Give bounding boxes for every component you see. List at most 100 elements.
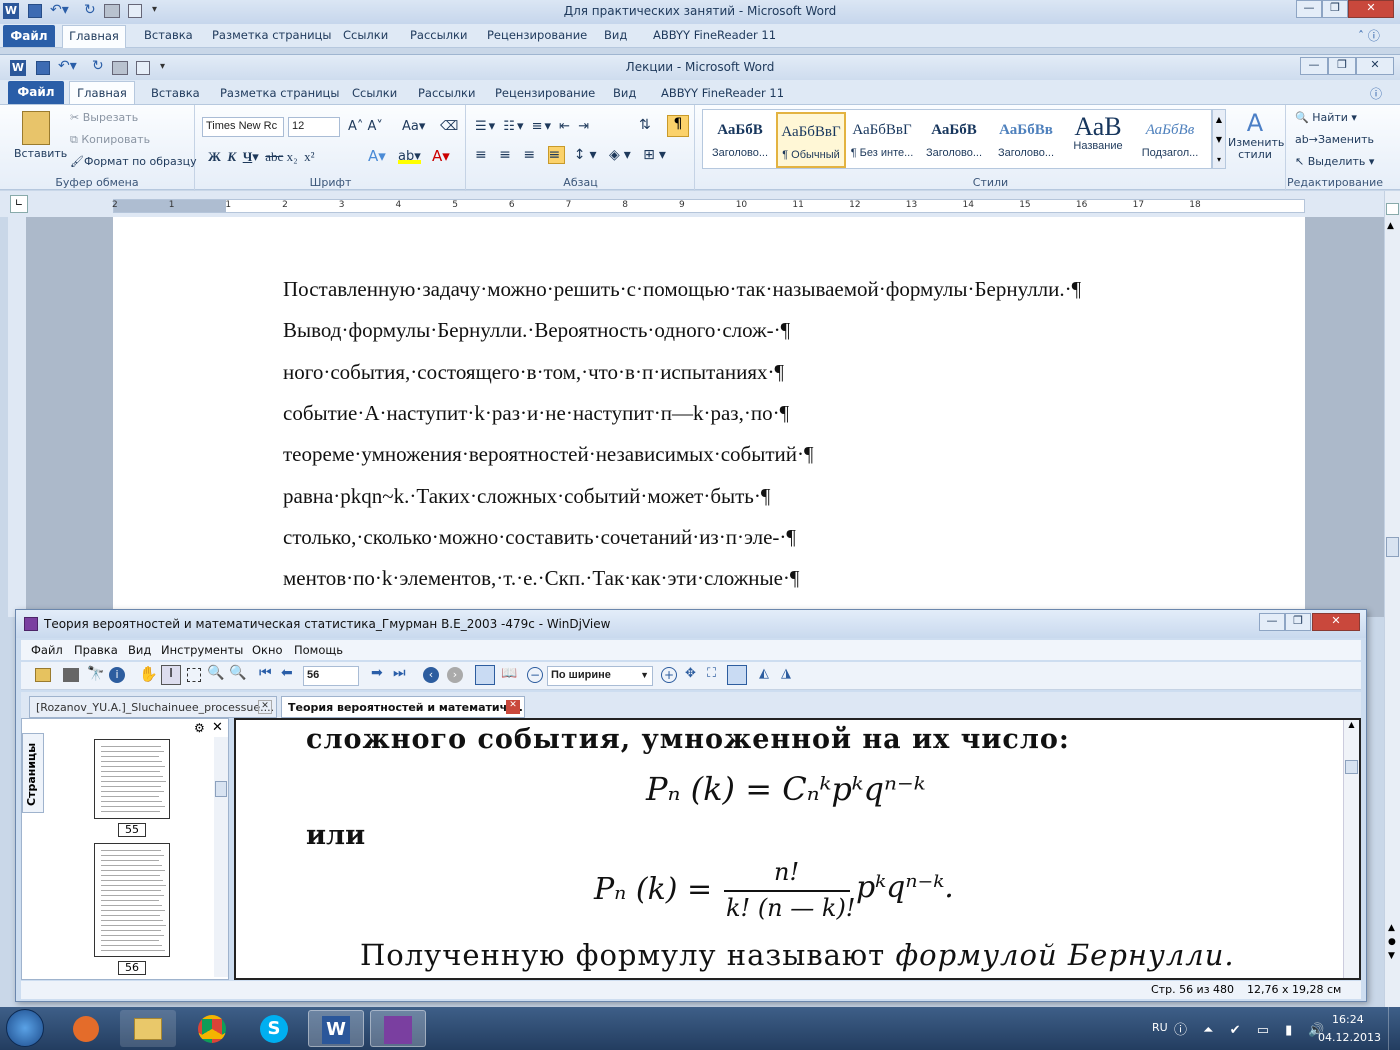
djview-close-button[interactable]: ✕ [1312, 613, 1360, 631]
outer-tab-view[interactable]: Вид [604, 28, 627, 42]
find-button[interactable]: 🔍 Найти ▾ [1295, 111, 1357, 124]
outer-tab-home[interactable]: Главная [62, 25, 126, 48]
scroll-thumb[interactable] [1386, 537, 1399, 557]
thumbnail-page-56[interactable] [94, 843, 170, 957]
select-tool-icon[interactable]: I [161, 665, 181, 685]
info-icon[interactable]: i [109, 667, 125, 683]
show-marks-button[interactable]: ¶ [667, 115, 689, 137]
inner-tab-layout[interactable]: Разметка страницы [220, 86, 339, 100]
word-vertical-scrollbar[interactable]: ▲ ▲ ● ▼ [1384, 191, 1400, 1007]
gallery-scroll[interactable]: ▲ ▼ ▾ [1212, 109, 1226, 169]
style-item[interactable]: АаБбВвГ ¶ Обычный [776, 112, 846, 168]
taskbar-skype[interactable]: S [246, 1010, 302, 1047]
actual-size-icon[interactable] [727, 665, 747, 685]
inner-tab-file[interactable]: Файл [8, 81, 64, 104]
outer-tab-abbyy[interactable]: ABBYY FineReader 11 [653, 28, 776, 42]
list-buttons[interactable]: ☰▾ ☷▾ ≡▾ ⇤ ⇥ [475, 119, 591, 134]
document-line[interactable]: Вывод·формулы·Бернулли.·Вероятность·одно… [283, 318, 790, 343]
document-line[interactable]: теореме·умножения·вероятностей·независим… [283, 442, 814, 467]
djview-min-button[interactable]: — [1259, 613, 1285, 631]
document-line[interactable]: столько,·сколько·можно·составить·сочетан… [283, 525, 796, 550]
taskbar-explorer[interactable] [120, 1010, 176, 1047]
back-icon[interactable]: ‹ [423, 667, 439, 683]
view-scrollbar[interactable]: ▲ [1343, 720, 1359, 978]
outer-close-button[interactable]: ✕ [1348, 0, 1394, 18]
show-desktop-button[interactable] [1388, 1007, 1400, 1050]
zoom-in-tool-icon[interactable]: 🔍 [207, 665, 224, 681]
clock-time[interactable]: 16:24 [1332, 1013, 1364, 1026]
menu-view[interactable]: Вид [128, 643, 151, 657]
format-buttons[interactable]: Ж К Ч▾ abc x₂ x² [208, 149, 315, 165]
style-item[interactable]: АаБбВ Заголово... [705, 112, 775, 168]
font-name-select[interactable]: Times New Rc [202, 117, 284, 137]
select-button[interactable]: ↖ Выделить ▾ [1295, 155, 1374, 168]
inner-max-button[interactable]: ❐ [1328, 57, 1356, 75]
prev-page-icon[interactable]: ⬅ [281, 665, 293, 681]
change-styles-button[interactable]: A Изменить стили [1228, 109, 1284, 173]
tab-selector[interactable]: ∟ [10, 195, 28, 213]
sidebar-scrollbar[interactable] [214, 737, 228, 977]
inner-help-icon[interactable]: ⓘ [1370, 85, 1382, 102]
zoom-out-icon[interactable]: − [527, 667, 543, 683]
inner-close-button[interactable]: ✕ [1356, 57, 1394, 75]
taskbar-word[interactable]: W [308, 1010, 364, 1047]
paste-icon[interactable] [22, 111, 50, 145]
rotate-right-icon[interactable]: ◮ [781, 666, 791, 681]
forward-icon[interactable]: › [447, 667, 463, 683]
thumbnail-page-55[interactable] [94, 739, 170, 819]
next-page-icon[interactable]: ➡ [371, 665, 383, 681]
rect-select-icon[interactable] [187, 668, 201, 682]
view-scroll-thumb[interactable] [1345, 760, 1358, 774]
djview-app-icon[interactable] [24, 617, 38, 631]
last-page-icon[interactable]: ⏭ [393, 665, 406, 681]
document-line[interactable]: Поставленную·задачу·можно·решить·с·помощ… [283, 277, 1081, 302]
language-indicator[interactable]: RU [1152, 1021, 1168, 1034]
replace-button[interactable]: ab→Заменить [1295, 133, 1374, 146]
paste-button[interactable]: Вставить [14, 147, 67, 160]
inner-tab-abbyy[interactable]: ABBYY FineReader 11 [661, 86, 784, 100]
view-scroll-up[interactable]: ▲ [1344, 720, 1359, 729]
tab-close-icon[interactable]: ✕ [258, 700, 272, 714]
document-line[interactable]: равна·pkqn~k.·Таких·сложных·событий·може… [283, 484, 770, 509]
sidebar-gear-icon[interactable]: ⚙ [194, 721, 205, 735]
document-line[interactable]: ного·события,·состоящего·в·том,·что·в·п·… [283, 360, 784, 385]
outer-tab-refs[interactable]: Ссылки [343, 28, 388, 42]
fit-width-icon[interactable]: ✥ [685, 666, 696, 681]
style-item[interactable]: АаБбВвГ ¶ Без инте... [847, 112, 917, 168]
zoom-in-icon[interactable]: + [661, 667, 677, 683]
text-effects-icon[interactable]: A▾ [368, 147, 386, 165]
document-line[interactable]: событие·А·наступит·k·раз·и·не·наступит·п… [283, 401, 789, 426]
menu-help[interactable]: Помощь [294, 643, 343, 657]
ruler-toggle-icon[interactable] [1386, 203, 1399, 215]
style-item[interactable]: АаБбВв Подзагол... [1135, 112, 1205, 168]
taskbar-chrome[interactable] [184, 1010, 240, 1047]
djvu-page-view[interactable]: сложного события, умноженной на их число… [234, 718, 1361, 980]
outer-help-icon[interactable]: ˆ ⓘ [1358, 27, 1380, 44]
tab-gmurman[interactable]: Теория вероятностей и математиче... ✕ [281, 696, 525, 718]
zoom-select[interactable]: По ширине ▼ [547, 666, 653, 686]
styles-gallery[interactable]: АаБбВ Заголово... АаБбВвГ ¶ Обычный АаБбВвГ ¶… [702, 109, 1212, 169]
outer-tab-mail[interactable]: Рассылки [410, 28, 467, 42]
format-painter-button[interactable]: 🖌Формат по образцу [70, 155, 197, 168]
document-page[interactable]: Поставленную·задачу·можно·решить·с·помощ… [113, 217, 1305, 617]
find-icon[interactable]: 🔭 [87, 666, 104, 682]
font-color-icon[interactable]: A▾ [432, 147, 450, 165]
scroll-nav-icons[interactable]: ▲ ● ▼ [1388, 921, 1396, 963]
outer-tab-review[interactable]: Рецензирование [487, 28, 587, 42]
highlight-icon[interactable]: ab▾ [398, 149, 421, 164]
menu-file[interactable]: Файл [31, 643, 63, 657]
clear-format-icon[interactable]: ⌫ [440, 119, 458, 134]
page-number-field[interactable]: 56 [303, 666, 359, 686]
print-icon[interactable] [63, 668, 79, 682]
document-line[interactable]: ментов·по·k·элементов,·т.·е.·Скп.·Так·ка… [283, 566, 799, 591]
menu-window[interactable]: Окно [252, 643, 283, 657]
inner-tab-insert[interactable]: Вставка [151, 86, 200, 100]
inner-min-button[interactable]: — [1300, 57, 1328, 75]
menu-edit[interactable]: Правка [74, 643, 118, 657]
open-icon[interactable] [35, 668, 51, 682]
outer-tab-file[interactable]: Файл [3, 25, 55, 47]
style-item[interactable]: АаБбВв Заголово... [991, 112, 1061, 168]
cut-button[interactable]: ✂ Вырезать [70, 111, 138, 124]
font-size-select[interactable]: 12 [288, 117, 340, 137]
inner-tab-mail[interactable]: Рассылки [418, 86, 475, 100]
